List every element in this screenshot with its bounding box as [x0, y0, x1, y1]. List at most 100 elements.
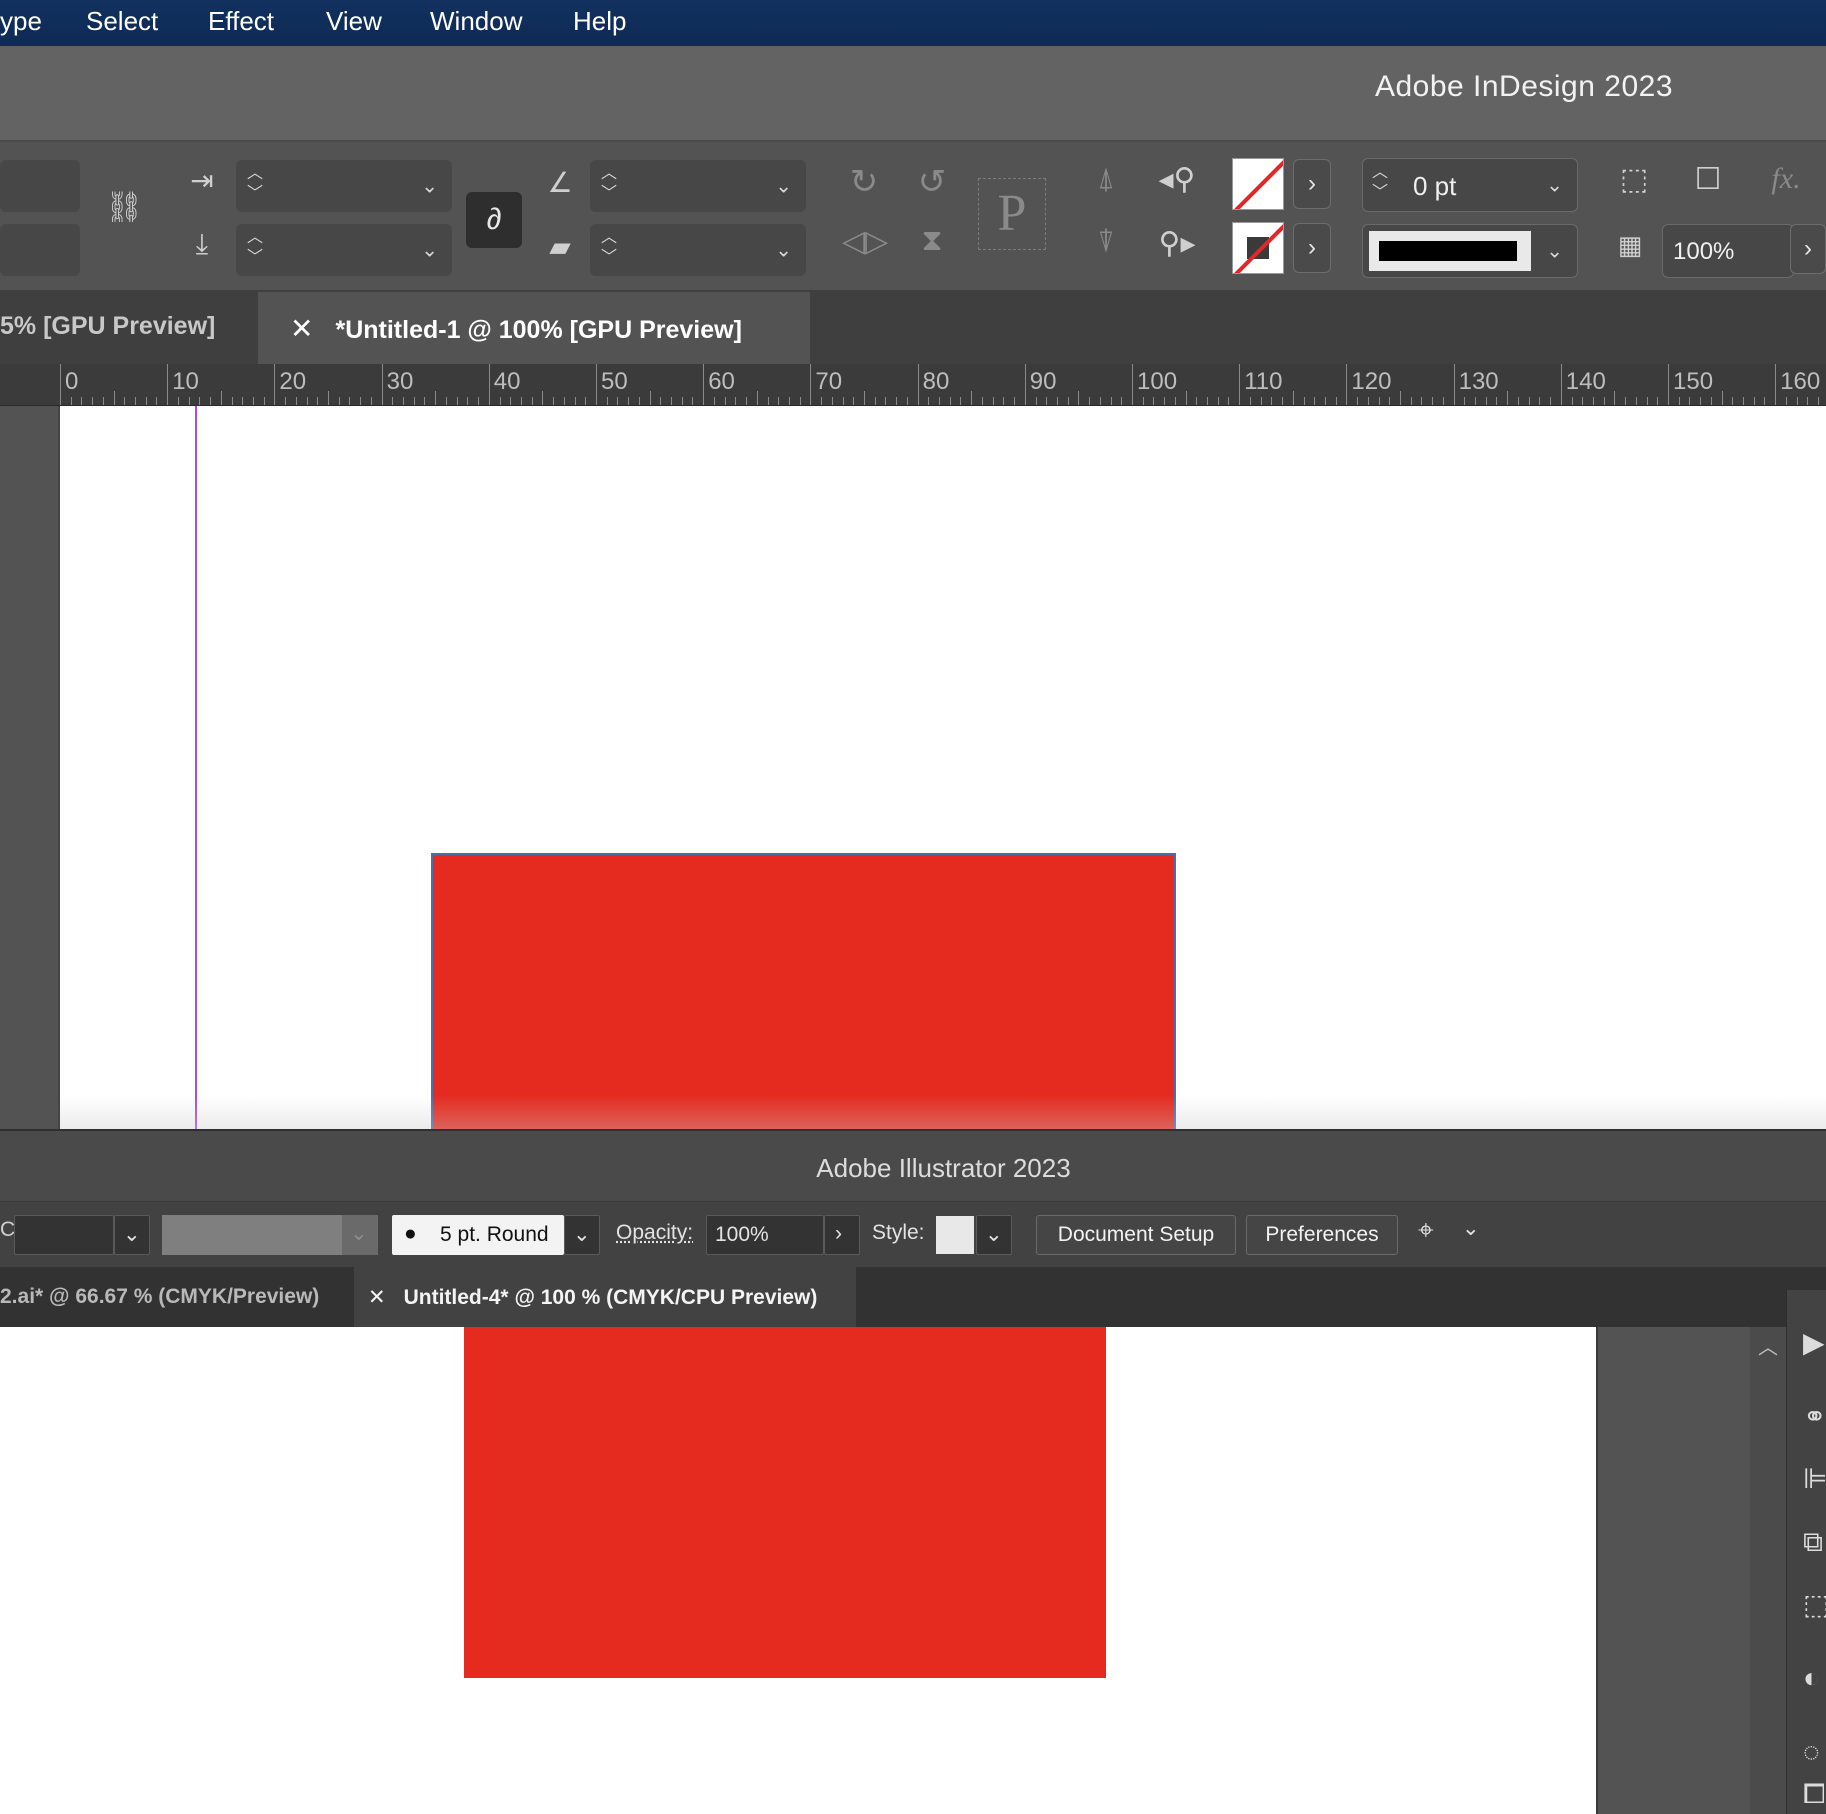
stroke-type-dropdown[interactable]: ⌄: [1362, 224, 1578, 278]
close-icon[interactable]: ✕: [368, 1286, 386, 1309]
scale-x-field[interactable]: ︿ ﹀ ⌄: [236, 160, 452, 212]
indesign-red-rectangle[interactable]: [431, 853, 1176, 1129]
appearance-icon[interactable]: ◌: [1803, 1736, 1820, 1768]
select-next-object-icon[interactable]: ⚲▸: [1152, 226, 1202, 261]
style-label: Style:: [872, 1221, 925, 1244]
ruler-minor-tick: [1367, 397, 1369, 405]
tab-document-2[interactable]: 2.ai* @ 66.67 % (CMYK/Preview): [0, 1267, 352, 1327]
rotate-counterclockwise-icon[interactable]: ↺: [910, 162, 954, 202]
ruler-minor-tick: [756, 391, 758, 405]
ruler-minor-tick: [864, 391, 865, 405]
rotate-clockwise-icon[interactable]: ↻: [842, 162, 886, 202]
brush-dropdown[interactable]: ⌄: [564, 1215, 600, 1255]
scroll-up-icon[interactable]: ︿: [1758, 1331, 1778, 1360]
menu-window[interactable]: Window: [430, 6, 522, 37]
x-position-field[interactable]: [0, 160, 80, 212]
stroke-weight-field[interactable]: [14, 1215, 114, 1255]
tab-label: *Untitled-1 @ 100% [GPU Preview]: [335, 316, 742, 344]
chevron-down-icon[interactable]: ⌄: [421, 174, 438, 199]
preferences-button[interactable]: Preferences: [1246, 1215, 1398, 1255]
play-icon[interactable]: ▶: [1803, 1326, 1825, 1359]
menu-view[interactable]: View: [326, 6, 382, 37]
shear-angle-field[interactable]: ︿ ﹀ ⌄: [590, 224, 806, 276]
chevron-down-icon[interactable]: ⌄: [1462, 1216, 1480, 1241]
transform-icon[interactable]: ⬚: [1803, 1588, 1826, 1621]
frame-fitting-icon[interactable]: ⬚: [1610, 162, 1658, 197]
drop-shadow-icon[interactable]: ☐: [1684, 162, 1732, 197]
chevron-down-icon[interactable]: ⌄: [1546, 173, 1563, 198]
style-dropdown[interactable]: ⌄: [976, 1215, 1012, 1255]
document-setup-button[interactable]: Document Setup: [1036, 1215, 1236, 1255]
menu-effect[interactable]: Effect: [208, 6, 274, 37]
fill-swatch-none[interactable]: [1232, 158, 1284, 210]
vertical-scrollbar[interactable]: ︿: [1750, 1327, 1786, 1814]
opacity-field[interactable]: 100%: [706, 1215, 824, 1255]
opacity-label[interactable]: Opacity:: [616, 1221, 693, 1245]
select-previous-object-icon[interactable]: ◂⚲: [1152, 162, 1202, 197]
indesign-control-panel: ⛓ ⇥ ︿ ﹀ ⌄ ⤓ ︿ ﹀ ⌄ ∂ ∠ ︿ ﹀ ⌄ ▰ ︿ ﹀ ⌄ ↻ ↺ ◁▷ ⧗…: [0, 142, 1826, 292]
menu-type[interactable]: ype: [0, 6, 42, 37]
stroke-swatch-menu-button[interactable]: ›: [1293, 223, 1331, 273]
flip-vertical-icon[interactable]: ⧗: [910, 224, 954, 258]
ruler-minor-tick: [1110, 397, 1112, 405]
opacity-field[interactable]: 100%: [1662, 224, 1794, 278]
indesign-document-tabs: 5% [GPU Preview] ✕ *Untitled-1 @ 100% [GP…: [0, 292, 1826, 364]
ruler-minor-tick: [145, 397, 147, 405]
select-content-icon[interactable]: ⍒: [1084, 226, 1128, 260]
link-icon[interactable]: ⚭: [1803, 1400, 1826, 1433]
close-icon[interactable]: ✕: [290, 312, 313, 345]
ruler-minor-tick: [1785, 397, 1787, 405]
fx-icon[interactable]: fx.: [1756, 162, 1816, 196]
menu-help[interactable]: Help: [573, 6, 626, 37]
chevron-down-icon[interactable]: ⌄: [421, 238, 438, 263]
variable-width-dropdown[interactable]: ⌄: [342, 1215, 378, 1255]
align-icon[interactable]: ⊫: [1803, 1462, 1826, 1495]
menu-select[interactable]: Select: [86, 6, 158, 37]
select-similar-icon[interactable]: ⌖: [1418, 1214, 1434, 1247]
stepper-icon[interactable]: ︿ ﹀: [246, 164, 264, 204]
canvas-gray-area: [1596, 1327, 1751, 1814]
stroke-weight-field[interactable]: ︿ ﹀ 0 pt ⌄: [1362, 158, 1578, 212]
select-container-icon[interactable]: ⍋: [1084, 162, 1128, 196]
scale-y-field[interactable]: ︿ ﹀ ⌄: [236, 224, 452, 276]
y-position-field[interactable]: [0, 224, 80, 276]
stepper-icon[interactable]: ︿ ﹀: [600, 164, 618, 204]
ruler-minor-tick: [992, 397, 994, 405]
ruler-minor-tick: [177, 397, 179, 405]
brush-definition-field[interactable]: ● 5 pt. Round: [392, 1215, 564, 1255]
ruler-minor-tick: [1464, 397, 1466, 405]
ruler-minor-tick: [1807, 397, 1809, 405]
ruler-minor-tick: [1571, 397, 1573, 405]
stepper-icon[interactable]: ︿ ﹀: [1371, 163, 1389, 203]
constrain-proportions-link-icon[interactable]: ∂: [466, 192, 522, 248]
tab-document-1[interactable]: 5% [GPU Preview]: [0, 292, 256, 364]
illustrator-title-bar: Adobe Illustrator 2023: [0, 1129, 1826, 1201]
opacity-more-button[interactable]: ›: [1790, 224, 1826, 274]
opacity-more-button[interactable]: ›: [824, 1215, 860, 1255]
tab-untitled-4[interactable]: ✕ Untitled-4* @ 100 % (CMYK/CPU Preview): [354, 1267, 856, 1327]
stroke-weight-dropdown[interactable]: ⌄: [114, 1215, 150, 1255]
pathfinder-icon[interactable]: ⧉: [1803, 1526, 1823, 1559]
horizontal-ruler[interactable]: 0 10 20 30 40 50 60 70 80 90 100 110 120 130 140 150 160: [0, 364, 1826, 406]
ruler-minor-tick: [1217, 397, 1219, 405]
chevron-down-icon[interactable]: ⌄: [1546, 239, 1563, 264]
graphic-style-swatch[interactable]: [936, 1216, 974, 1254]
ruler-minor-tick: [478, 397, 480, 405]
variable-width-profile[interactable]: [162, 1215, 342, 1255]
stroke-weight-value: 0 pt: [1413, 171, 1457, 201]
stepper-icon[interactable]: ︿ ﹀: [246, 228, 264, 268]
stepper-icon[interactable]: ︿ ﹀: [600, 228, 618, 268]
fill-swatch-menu-button[interactable]: ›: [1293, 159, 1331, 209]
flip-horizontal-icon[interactable]: ◁▷: [842, 224, 888, 259]
ruler-minor-tick: [617, 397, 619, 405]
stroke-swatch-none[interactable]: [1232, 222, 1284, 274]
reference-point-icon[interactable]: P: [978, 178, 1046, 250]
color-icon[interactable]: ◐: [1803, 1662, 1820, 1694]
tab-untitled-1[interactable]: ✕ *Untitled-1 @ 100% [GPU Preview]: [258, 292, 810, 364]
rotation-angle-field[interactable]: ︿ ﹀ ⌄: [590, 160, 806, 212]
artboard-icon[interactable]: ⧠: [1803, 1778, 1825, 1811]
unlink-icon[interactable]: ⛓: [104, 190, 144, 225]
chevron-down-icon[interactable]: ⌄: [775, 174, 792, 199]
illustrator-red-rectangle[interactable]: [464, 1327, 1106, 1678]
chevron-down-icon[interactable]: ⌄: [775, 238, 792, 263]
